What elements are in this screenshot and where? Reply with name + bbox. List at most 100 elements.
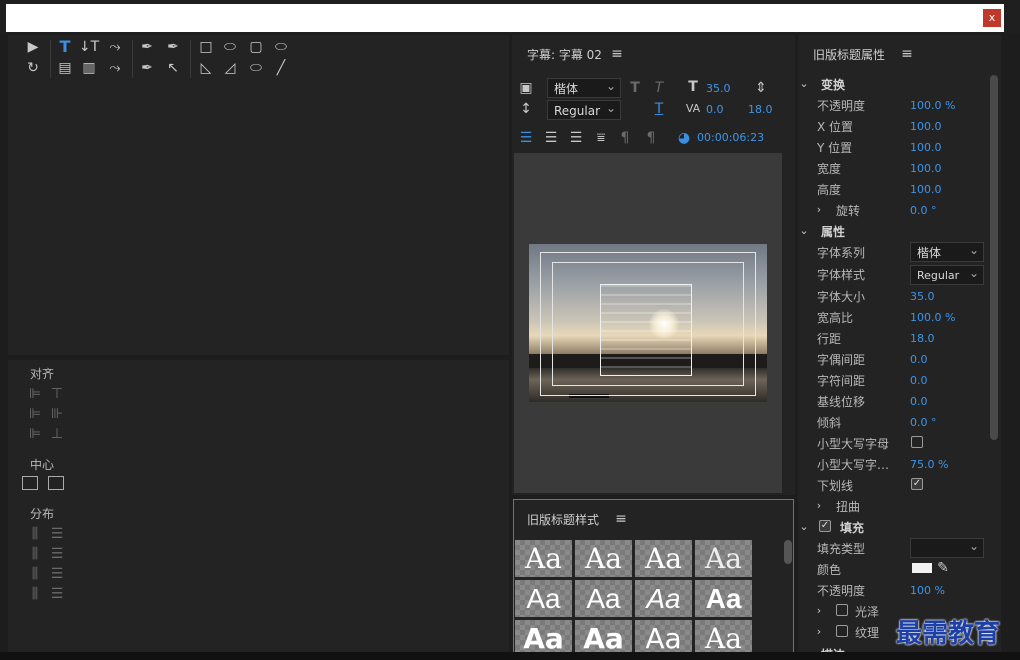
- style-swatch[interactable]: Aa: [695, 620, 752, 652]
- small-caps-checkbox[interactable]: [911, 436, 923, 448]
- close-button[interactable]: x: [983, 9, 1001, 27]
- kerning-value[interactable]: 0.0: [910, 353, 928, 366]
- underline-checkbox[interactable]: ✓: [911, 478, 923, 490]
- wedge-tool-icon[interactable]: ◺: [195, 58, 217, 78]
- style-swatch[interactable]: Aa: [575, 580, 632, 617]
- tracking-prop-value[interactable]: 0.0: [910, 374, 928, 387]
- distribute-hspace-icon[interactable]: ⫼: [24, 584, 46, 604]
- chevron-right-icon[interactable]: ›: [812, 200, 826, 220]
- vertical-area-type-tool-icon[interactable]: ▥: [78, 58, 100, 78]
- selection-tool-icon[interactable]: ▶: [22, 37, 44, 57]
- style-swatch[interactable]: Aa: [515, 580, 572, 617]
- tab-stops-icon[interactable]: ↕: [515, 99, 537, 119]
- add-anchor-tool-icon[interactable]: ✒: [136, 58, 158, 78]
- area-type-tool-icon[interactable]: ▤: [54, 58, 76, 78]
- properties-section[interactable]: 属性: [821, 223, 845, 240]
- style-swatch[interactable]: Aa: [635, 620, 692, 652]
- properties-menu-icon[interactable]: ≡: [896, 44, 918, 64]
- fill-opacity-value[interactable]: 100 %: [910, 584, 945, 597]
- center-vertical-icon[interactable]: [48, 476, 64, 490]
- roll-crawl-icon[interactable]: ▣: [515, 78, 537, 98]
- font-family-select[interactable]: 楷体: [910, 240, 984, 262]
- align-hcenter-icon[interactable]: ⊫: [24, 404, 46, 424]
- sheen-checkbox[interactable]: [836, 604, 848, 616]
- align-right-icon[interactable]: ⊫: [24, 424, 46, 444]
- align-top-icon[interactable]: ⊤: [46, 384, 68, 404]
- distribute-top-icon[interactable]: ☰: [46, 524, 68, 544]
- font-size-value[interactable]: 35.0: [706, 82, 731, 95]
- distribute-left-icon[interactable]: ⫼: [24, 524, 46, 544]
- chevron-down-icon[interactable]: ⌄: [796, 517, 812, 537]
- slant-value[interactable]: 0.0 °: [910, 416, 937, 429]
- fill-checkbox[interactable]: ✓: [819, 520, 831, 532]
- bold-icon[interactable]: T: [624, 78, 646, 98]
- italic-icon[interactable]: T: [648, 78, 670, 98]
- rounded-rect-tool-icon[interactable]: ▢: [245, 37, 267, 57]
- x-position-value[interactable]: 100.0: [910, 120, 942, 133]
- texture-checkbox[interactable]: [836, 625, 848, 637]
- distribute-bottom-icon[interactable]: ☰: [46, 564, 68, 584]
- text-box[interactable]: [600, 284, 692, 376]
- text-direction-icon[interactable]: ¶: [614, 128, 636, 148]
- convert-anchor-tool-icon[interactable]: ↖: [162, 58, 184, 78]
- tab-icon[interactable]: ⩸: [590, 128, 612, 148]
- width-value[interactable]: 100.0: [910, 162, 942, 175]
- leading-prop-value[interactable]: 18.0: [910, 332, 935, 345]
- subtitle-menu-icon[interactable]: ≡: [606, 44, 628, 64]
- align-left-text-icon[interactable]: ☰: [515, 128, 537, 148]
- rotation-value[interactable]: 0.0 °: [910, 204, 937, 217]
- ellipse-tool-icon[interactable]: ⬭: [245, 58, 267, 78]
- baseline-value[interactable]: 0.0: [910, 395, 928, 408]
- styles-scrollbar[interactable]: [784, 540, 792, 564]
- fill-type-select[interactable]: [910, 536, 984, 558]
- vertical-type-tool-icon[interactable]: ↓T: [78, 37, 100, 57]
- rectangle-tool-icon[interactable]: □: [195, 37, 217, 57]
- chevron-down-icon[interactable]: ⌄: [796, 221, 812, 241]
- align-bottom-icon[interactable]: ⊥: [46, 424, 68, 444]
- fill-color-swatch[interactable]: [912, 563, 932, 573]
- distribute-right-icon[interactable]: ⫼: [24, 564, 46, 584]
- chevron-down-icon[interactable]: ⌄: [796, 74, 812, 94]
- leading-value[interactable]: 18.0: [748, 103, 773, 116]
- styles-menu-icon[interactable]: ≡: [610, 509, 632, 529]
- style-swatch[interactable]: Aa: [515, 620, 572, 652]
- chevron-right-icon[interactable]: ›: [812, 622, 826, 642]
- align-right-text-icon[interactable]: ☰: [565, 128, 587, 148]
- fill-section[interactable]: 填充: [840, 519, 864, 536]
- style-swatch[interactable]: Aa: [575, 620, 632, 652]
- distribute-vcenter-icon[interactable]: ☰: [46, 544, 68, 564]
- align-left-icon[interactable]: ⊫: [24, 384, 46, 404]
- chevron-right-icon[interactable]: ›: [812, 601, 826, 621]
- opacity-value[interactable]: 100.0 %: [910, 99, 955, 112]
- small-caps-size-value[interactable]: 75.0 %: [910, 458, 948, 471]
- aspect-value[interactable]: 100.0 %: [910, 311, 955, 324]
- show-background-icon[interactable]: ◕: [673, 128, 695, 148]
- style-swatch[interactable]: Aa: [515, 540, 572, 577]
- font-style-select[interactable]: Regular: [910, 263, 984, 285]
- distribute-vspace-icon[interactable]: ☰: [46, 584, 68, 604]
- style-swatch[interactable]: Aa: [575, 540, 632, 577]
- eyedropper-icon[interactable]: ✎: [934, 558, 952, 578]
- font-size-prop-value[interactable]: 35.0: [910, 290, 935, 303]
- style-swatch[interactable]: Aa: [635, 580, 692, 617]
- style-swatch[interactable]: Aa: [695, 540, 752, 577]
- align-vcenter-icon[interactable]: ⊪: [46, 404, 68, 424]
- paragraph-icon[interactable]: ¶: [640, 128, 662, 148]
- timecode[interactable]: 00:00:06:23: [697, 131, 764, 144]
- transform-section[interactable]: 变换: [821, 76, 845, 93]
- rotate-tool-icon[interactable]: ↻: [22, 58, 44, 78]
- distribute-hcenter-icon[interactable]: ⫼: [24, 544, 46, 564]
- style-swatch[interactable]: Aa: [635, 540, 692, 577]
- clipped-rect-tool-icon[interactable]: ⬭: [219, 37, 241, 57]
- underline-icon[interactable]: T: [648, 99, 670, 119]
- properties-scrollbar[interactable]: [990, 75, 998, 440]
- tracking-value[interactable]: 0.0: [706, 103, 724, 116]
- height-value[interactable]: 100.0: [910, 183, 942, 196]
- pen-tool-icon[interactable]: ✒: [136, 37, 158, 57]
- style-swatch[interactable]: Aa: [695, 580, 752, 617]
- vertical-path-type-tool-icon[interactable]: ⤳: [104, 58, 126, 78]
- arc-tool-icon[interactable]: ◿: [219, 58, 241, 78]
- center-horizontal-icon[interactable]: [22, 476, 38, 490]
- line-tool-icon[interactable]: ╱: [270, 58, 292, 78]
- path-type-tool-icon[interactable]: ⤳: [104, 37, 126, 57]
